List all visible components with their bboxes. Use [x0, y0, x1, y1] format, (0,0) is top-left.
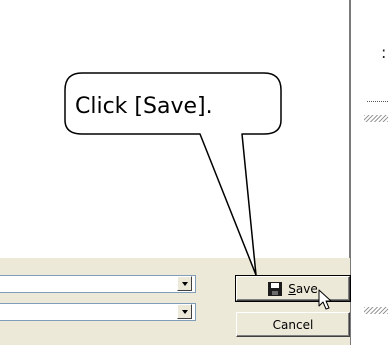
callout-text: Click [Save]. [75, 94, 213, 119]
mouse-pointer-icon [318, 289, 332, 310]
